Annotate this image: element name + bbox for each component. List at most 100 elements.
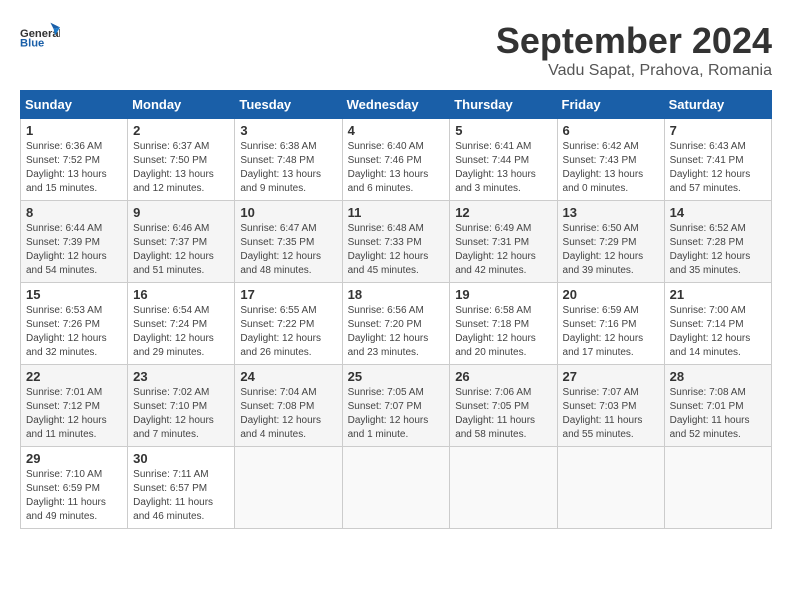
day-number: 9: [133, 205, 229, 220]
day-number: 22: [26, 369, 122, 384]
table-row: 23 Sunrise: 7:02 AM Sunset: 7:10 PM Dayl…: [128, 365, 235, 447]
calendar-week-row: 1 Sunrise: 6:36 AM Sunset: 7:52 PM Dayli…: [21, 119, 772, 201]
table-row: 10 Sunrise: 6:47 AM Sunset: 7:35 PM Dayl…: [235, 201, 342, 283]
day-info: Sunrise: 6:37 AM Sunset: 7:50 PM Dayligh…: [133, 140, 229, 196]
day-number: 13: [563, 205, 659, 220]
table-row: 20 Sunrise: 6:59 AM Sunset: 7:16 PM Dayl…: [557, 283, 664, 365]
day-number: 10: [240, 205, 336, 220]
table-row: 7 Sunrise: 6:43 AM Sunset: 7:41 PM Dayli…: [664, 119, 771, 201]
table-row: 30 Sunrise: 7:11 AM Sunset: 6:57 PM Dayl…: [128, 447, 235, 529]
day-info: Sunrise: 6:56 AM Sunset: 7:20 PM Dayligh…: [348, 304, 445, 360]
day-info: Sunrise: 7:07 AM Sunset: 7:03 PM Dayligh…: [563, 386, 659, 442]
table-row: 2 Sunrise: 6:37 AM Sunset: 7:50 PM Dayli…: [128, 119, 235, 201]
table-row: 14 Sunrise: 6:52 AM Sunset: 7:28 PM Dayl…: [664, 201, 771, 283]
calendar-table: Sunday Monday Tuesday Wednesday Thursday…: [20, 90, 772, 529]
day-number: 14: [670, 205, 766, 220]
day-info: Sunrise: 6:47 AM Sunset: 7:35 PM Dayligh…: [240, 222, 336, 278]
day-info: Sunrise: 7:04 AM Sunset: 7:08 PM Dayligh…: [240, 386, 336, 442]
month-title: September 2024: [496, 20, 772, 62]
col-thursday: Thursday: [450, 91, 557, 119]
day-info: Sunrise: 6:58 AM Sunset: 7:18 PM Dayligh…: [455, 304, 551, 360]
calendar-week-row: 29 Sunrise: 7:10 AM Sunset: 6:59 PM Dayl…: [21, 447, 772, 529]
table-row: 8 Sunrise: 6:44 AM Sunset: 7:39 PM Dayli…: [21, 201, 128, 283]
logo-bird-icon: General Blue: [20, 20, 60, 50]
table-row: 18 Sunrise: 6:56 AM Sunset: 7:20 PM Dayl…: [342, 283, 450, 365]
day-number: 1: [26, 123, 122, 138]
calendar-header-row: Sunday Monday Tuesday Wednesday Thursday…: [21, 91, 772, 119]
col-saturday: Saturday: [664, 91, 771, 119]
day-number: 12: [455, 205, 551, 220]
table-row: 24 Sunrise: 7:04 AM Sunset: 7:08 PM Dayl…: [235, 365, 342, 447]
day-number: 21: [670, 287, 766, 302]
col-monday: Monday: [128, 91, 235, 119]
table-row: 28 Sunrise: 7:08 AM Sunset: 7:01 PM Dayl…: [664, 365, 771, 447]
table-row: [342, 447, 450, 529]
table-row: 1 Sunrise: 6:36 AM Sunset: 7:52 PM Dayli…: [21, 119, 128, 201]
day-number: 26: [455, 369, 551, 384]
calendar-week-row: 8 Sunrise: 6:44 AM Sunset: 7:39 PM Dayli…: [21, 201, 772, 283]
col-tuesday: Tuesday: [235, 91, 342, 119]
col-wednesday: Wednesday: [342, 91, 450, 119]
table-row: 19 Sunrise: 6:58 AM Sunset: 7:18 PM Dayl…: [450, 283, 557, 365]
day-info: Sunrise: 7:10 AM Sunset: 6:59 PM Dayligh…: [26, 468, 122, 524]
day-number: 7: [670, 123, 766, 138]
day-info: Sunrise: 6:59 AM Sunset: 7:16 PM Dayligh…: [563, 304, 659, 360]
day-info: Sunrise: 6:49 AM Sunset: 7:31 PM Dayligh…: [455, 222, 551, 278]
table-row: 21 Sunrise: 7:00 AM Sunset: 7:14 PM Dayl…: [664, 283, 771, 365]
day-info: Sunrise: 6:50 AM Sunset: 7:29 PM Dayligh…: [563, 222, 659, 278]
day-info: Sunrise: 6:52 AM Sunset: 7:28 PM Dayligh…: [670, 222, 766, 278]
table-row: 15 Sunrise: 6:53 AM Sunset: 7:26 PM Dayl…: [21, 283, 128, 365]
day-number: 19: [455, 287, 551, 302]
day-info: Sunrise: 7:06 AM Sunset: 7:05 PM Dayligh…: [455, 386, 551, 442]
day-number: 8: [26, 205, 122, 220]
day-number: 18: [348, 287, 445, 302]
table-row: [235, 447, 342, 529]
col-sunday: Sunday: [21, 91, 128, 119]
title-section: September 2024 Vadu Sapat, Prahova, Roma…: [496, 20, 772, 80]
table-row: 13 Sunrise: 6:50 AM Sunset: 7:29 PM Dayl…: [557, 201, 664, 283]
day-info: Sunrise: 6:55 AM Sunset: 7:22 PM Dayligh…: [240, 304, 336, 360]
table-row: 16 Sunrise: 6:54 AM Sunset: 7:24 PM Dayl…: [128, 283, 235, 365]
table-row: 4 Sunrise: 6:40 AM Sunset: 7:46 PM Dayli…: [342, 119, 450, 201]
table-row: [557, 447, 664, 529]
table-row: [664, 447, 771, 529]
table-row: 5 Sunrise: 6:41 AM Sunset: 7:44 PM Dayli…: [450, 119, 557, 201]
day-number: 2: [133, 123, 229, 138]
day-info: Sunrise: 7:05 AM Sunset: 7:07 PM Dayligh…: [348, 386, 445, 442]
day-number: 3: [240, 123, 336, 138]
table-row: 6 Sunrise: 6:42 AM Sunset: 7:43 PM Dayli…: [557, 119, 664, 201]
day-info: Sunrise: 7:01 AM Sunset: 7:12 PM Dayligh…: [26, 386, 122, 442]
day-number: 20: [563, 287, 659, 302]
day-info: Sunrise: 7:02 AM Sunset: 7:10 PM Dayligh…: [133, 386, 229, 442]
day-number: 28: [670, 369, 766, 384]
day-info: Sunrise: 6:43 AM Sunset: 7:41 PM Dayligh…: [670, 140, 766, 196]
day-info: Sunrise: 6:42 AM Sunset: 7:43 PM Dayligh…: [563, 140, 659, 196]
day-info: Sunrise: 6:40 AM Sunset: 7:46 PM Dayligh…: [348, 140, 445, 196]
page-header: General Blue September 2024 Vadu Sapat, …: [20, 20, 772, 80]
day-number: 11: [348, 205, 445, 220]
day-number: 4: [348, 123, 445, 138]
table-row: 9 Sunrise: 6:46 AM Sunset: 7:37 PM Dayli…: [128, 201, 235, 283]
day-info: Sunrise: 6:41 AM Sunset: 7:44 PM Dayligh…: [455, 140, 551, 196]
day-number: 16: [133, 287, 229, 302]
table-row: 11 Sunrise: 6:48 AM Sunset: 7:33 PM Dayl…: [342, 201, 450, 283]
table-row: 12 Sunrise: 6:49 AM Sunset: 7:31 PM Dayl…: [450, 201, 557, 283]
day-info: Sunrise: 6:46 AM Sunset: 7:37 PM Dayligh…: [133, 222, 229, 278]
day-info: Sunrise: 6:54 AM Sunset: 7:24 PM Dayligh…: [133, 304, 229, 360]
day-info: Sunrise: 7:00 AM Sunset: 7:14 PM Dayligh…: [670, 304, 766, 360]
col-friday: Friday: [557, 91, 664, 119]
table-row: 17 Sunrise: 6:55 AM Sunset: 7:22 PM Dayl…: [235, 283, 342, 365]
day-info: Sunrise: 7:11 AM Sunset: 6:57 PM Dayligh…: [133, 468, 229, 524]
location: Vadu Sapat, Prahova, Romania: [496, 62, 772, 80]
day-number: 30: [133, 451, 229, 466]
table-row: 29 Sunrise: 7:10 AM Sunset: 6:59 PM Dayl…: [21, 447, 128, 529]
day-number: 29: [26, 451, 122, 466]
day-info: Sunrise: 6:53 AM Sunset: 7:26 PM Dayligh…: [26, 304, 122, 360]
table-row: 25 Sunrise: 7:05 AM Sunset: 7:07 PM Dayl…: [342, 365, 450, 447]
day-number: 23: [133, 369, 229, 384]
day-number: 27: [563, 369, 659, 384]
day-info: Sunrise: 6:48 AM Sunset: 7:33 PM Dayligh…: [348, 222, 445, 278]
day-info: Sunrise: 6:36 AM Sunset: 7:52 PM Dayligh…: [26, 140, 122, 196]
day-number: 17: [240, 287, 336, 302]
day-number: 24: [240, 369, 336, 384]
